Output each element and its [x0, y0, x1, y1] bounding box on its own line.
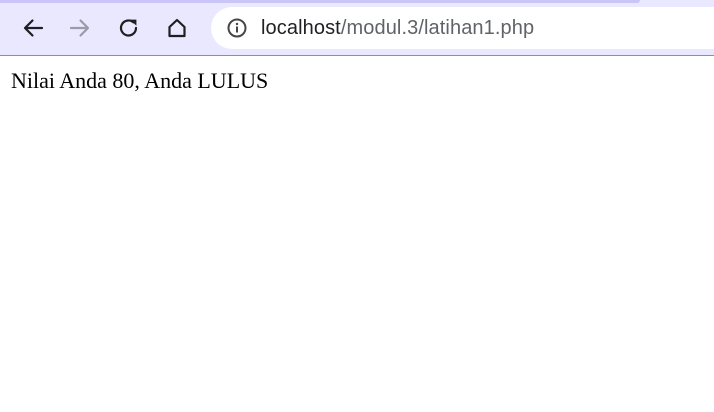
url-path: /modul.3/latihan1.php [340, 17, 535, 39]
address-bar[interactable]: localhost/modul.3/latihan1.php [211, 7, 714, 49]
site-info-button[interactable] [225, 16, 249, 40]
forward-arrow-icon [69, 19, 90, 37]
reload-icon [119, 19, 138, 37]
home-button[interactable] [160, 11, 194, 45]
reload-button[interactable] [112, 11, 146, 45]
back-button[interactable] [16, 11, 50, 45]
url-text[interactable]: localhost/modul.3/latihan1.php [261, 7, 534, 49]
url-host: localhost [261, 17, 341, 39]
forward-button[interactable] [63, 11, 97, 45]
info-icon [227, 18, 247, 38]
page-content: Nilai Anda 80, Anda LULUS [0, 57, 714, 412]
tab-strip-edge [0, 0, 640, 3]
browser-toolbar: localhost/modul.3/latihan1.php [0, 0, 714, 56]
home-icon [168, 18, 186, 38]
result-message: Nilai Anda 80, Anda LULUS [11, 68, 269, 93]
back-arrow-icon [23, 19, 44, 37]
